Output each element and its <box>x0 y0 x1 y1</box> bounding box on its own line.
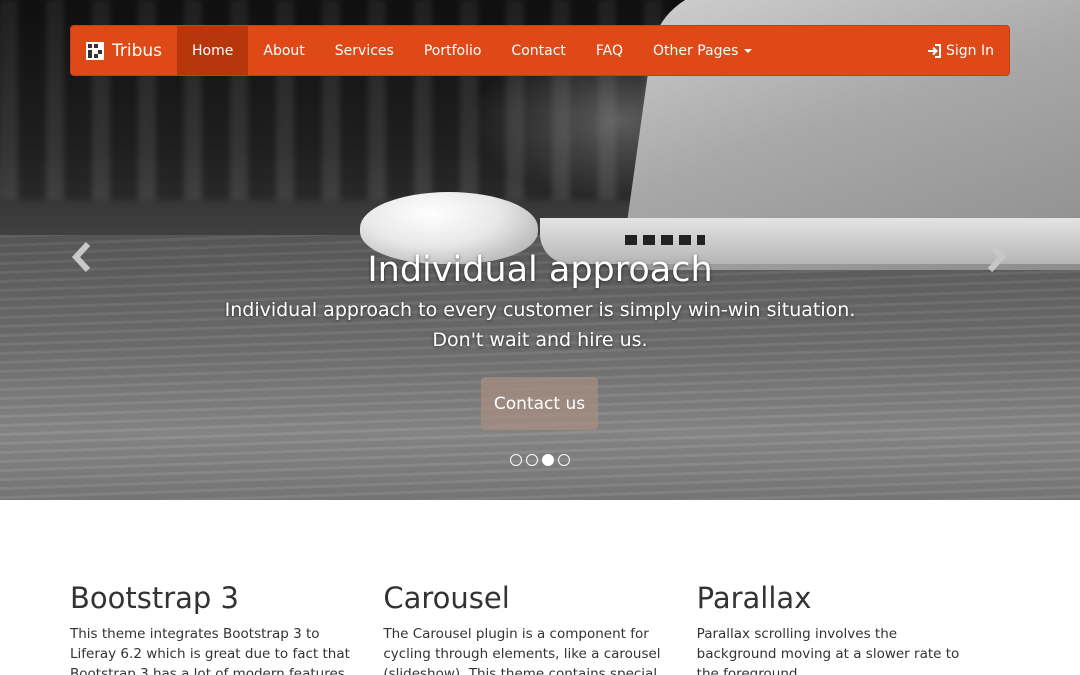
feature-parallax: Parallax Parallax scrolling involves the… <box>697 578 1010 675</box>
nav-item-services[interactable]: Services <box>320 26 409 75</box>
feature-text: This theme integrates Bootstrap 3 to Lif… <box>70 626 350 675</box>
feature-title: Parallax <box>696 581 812 615</box>
chevron-left-icon <box>71 241 91 273</box>
feature-title: Carousel <box>383 581 510 615</box>
features-section: Bootstrap 3 This theme integrates Bootst… <box>70 578 1010 675</box>
brand-name: Tribus <box>112 40 163 61</box>
nav-item-other-pages-label: Other Pages <box>653 42 739 59</box>
nav-item-portfolio[interactable]: Portfolio <box>409 26 497 75</box>
nav-menu: Home About Services Portfolio Contact FA… <box>177 26 767 75</box>
nav-item-other-pages[interactable]: Other Pages <box>638 26 767 75</box>
chevron-right-icon <box>987 241 1007 273</box>
brand-link[interactable]: Tribus <box>71 26 177 75</box>
carousel-prev-button[interactable] <box>68 240 98 274</box>
caret-down-icon <box>744 48 753 53</box>
carousel-title: Individual approach <box>367 250 713 290</box>
feature-title: Bootstrap 3 <box>70 581 240 615</box>
carousel-caption: Individual approach Individual approach … <box>140 248 940 355</box>
sign-in-link[interactable]: Sign In <box>912 26 1009 75</box>
feature-carousel: Carousel The Carousel plugin is a compon… <box>383 578 696 675</box>
feature-bootstrap: Bootstrap 3 This theme integrates Bootst… <box>70 578 383 675</box>
carousel-indicator-2[interactable] <box>526 454 538 466</box>
carousel-text-line1: Individual approach to every customer is… <box>224 299 856 321</box>
contact-us-button[interactable]: Contact us <box>481 377 598 430</box>
carousel-indicator-1[interactable] <box>510 454 522 466</box>
feature-text: Parallax scrolling involves the backgrou… <box>696 626 960 675</box>
nav-item-contact[interactable]: Contact <box>496 26 580 75</box>
logo-icon <box>86 41 104 60</box>
main-navbar: Tribus Home About Services Portfolio Con… <box>70 25 1010 76</box>
carousel-next-button[interactable] <box>980 240 1010 274</box>
hero-laptop-ports <box>625 235 705 245</box>
carousel-text-line2: Don't wait and hire us. <box>432 329 648 351</box>
carousel-indicator-3[interactable] <box>542 454 554 466</box>
sign-in-icon <box>928 43 941 58</box>
carousel-indicators <box>510 454 570 466</box>
carousel-indicator-4[interactable] <box>558 454 570 466</box>
feature-text: The Carousel plugin is a component for c… <box>383 626 661 675</box>
nav-item-faq[interactable]: FAQ <box>581 26 638 75</box>
nav-item-about[interactable]: About <box>248 26 319 75</box>
nav-item-home[interactable]: Home <box>177 26 249 75</box>
sign-in-label: Sign In <box>946 42 994 59</box>
